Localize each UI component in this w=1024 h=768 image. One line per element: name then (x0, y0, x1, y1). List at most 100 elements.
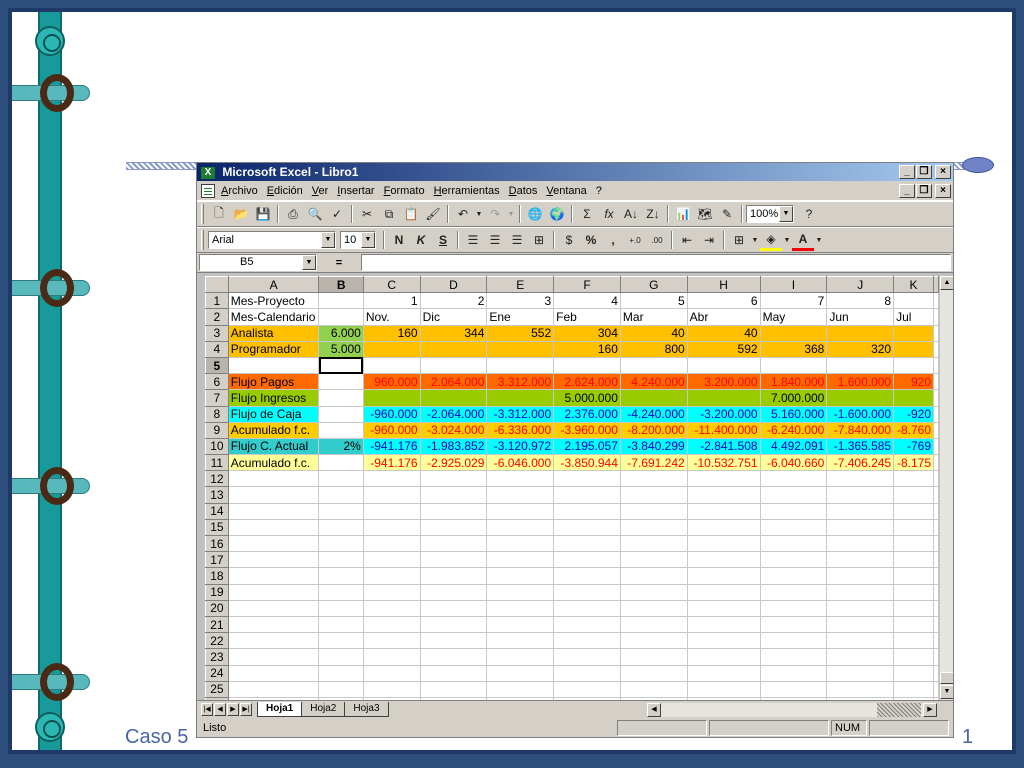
cell-a4[interactable]: Programador (227, 340, 320, 358)
cell-j7[interactable] (826, 389, 895, 407)
row-header[interactable]: 1 (205, 292, 229, 310)
cell-i23[interactable] (759, 648, 828, 666)
cell-d23[interactable] (419, 648, 488, 666)
cell-j2[interactable]: Jun (826, 308, 895, 326)
cell-f24[interactable] (553, 664, 621, 682)
cell-j18[interactable] (826, 567, 895, 585)
cell-b23[interactable] (318, 648, 364, 666)
drawing-icon[interactable]: ✎ (716, 203, 738, 225)
cell-c20[interactable] (362, 599, 421, 617)
name-box[interactable]: B5 ▼ (199, 254, 317, 271)
cell-e2[interactable]: Ene (486, 308, 555, 326)
function-icon[interactable]: fx (598, 203, 620, 225)
cell-e1[interactable]: 3 (486, 292, 555, 310)
cell[interactable] (933, 308, 939, 326)
cell-g6[interactable]: 4.240.000 (619, 373, 688, 391)
cell-b1[interactable] (318, 292, 364, 310)
cell-e22[interactable] (486, 632, 555, 650)
cell-i3[interactable] (759, 324, 828, 342)
cell-j1[interactable]: 8 (826, 292, 895, 310)
row-header[interactable]: 14 (205, 502, 229, 520)
cell-k8[interactable]: -920 (893, 405, 934, 423)
cell-j17[interactable] (826, 551, 895, 569)
cell-h5[interactable] (686, 356, 761, 375)
column-header-g[interactable]: G (619, 276, 688, 294)
undo-icon[interactable]: ↶ (452, 203, 474, 225)
column-header-h[interactable]: H (686, 276, 761, 294)
cell-j10[interactable]: -1.365.585 (826, 437, 895, 456)
cell-k21[interactable] (893, 615, 934, 634)
row-header[interactable]: 15 (205, 518, 229, 537)
cell-i8[interactable]: 5.160.000 (759, 405, 828, 423)
save-icon[interactable]: 💾 (252, 203, 274, 225)
cell-g24[interactable] (619, 664, 688, 682)
paste-icon[interactable]: 📋 (400, 203, 422, 225)
row-header[interactable]: 7 (205, 389, 229, 407)
cell-j25[interactable] (826, 680, 895, 698)
undo-dropdown-icon[interactable]: ▼ (474, 203, 484, 225)
cell-d20[interactable] (419, 599, 488, 617)
cell-h11[interactable]: -10.532.751 (686, 454, 761, 472)
cell[interactable] (933, 534, 939, 553)
cell-c15[interactable] (362, 518, 421, 537)
cell-h4[interactable]: 592 (686, 340, 761, 358)
align-center-icon[interactable]: ☰ (484, 229, 506, 251)
cell-g8[interactable]: -4.240.000 (619, 405, 688, 423)
cell-e7[interactable] (486, 389, 555, 407)
cell-f11[interactable]: -3.850.944 (553, 454, 621, 472)
cell[interactable] (933, 648, 939, 666)
cell-a23[interactable] (227, 648, 320, 666)
cell[interactable] (933, 292, 939, 310)
cell-g11[interactable]: -7.691.242 (619, 454, 688, 472)
redo-icon[interactable]: ↷ (484, 203, 506, 225)
cell-j6[interactable]: 1.600.000 (826, 373, 895, 391)
cell-a19[interactable] (227, 583, 320, 601)
cell-d8[interactable]: -2.064.000 (419, 405, 488, 423)
cell-g12[interactable] (619, 470, 688, 488)
print-preview-icon[interactable]: 🔍 (304, 203, 326, 225)
cell-a3[interactable]: Analista (227, 324, 320, 342)
cell-g25[interactable] (619, 680, 688, 698)
cell-i14[interactable] (759, 502, 828, 520)
cell-h22[interactable] (686, 632, 761, 650)
cell-d5[interactable] (419, 356, 488, 375)
row-header[interactable]: 24 (205, 664, 229, 682)
cell[interactable] (933, 373, 939, 391)
cell-k3[interactable] (893, 324, 934, 342)
cell-e15[interactable] (486, 518, 555, 537)
cell-i25[interactable] (759, 680, 828, 698)
cell-d13[interactable] (419, 486, 488, 504)
cell-d1[interactable]: 2 (419, 292, 488, 310)
cell-b8[interactable] (318, 405, 364, 423)
cell-h21[interactable] (686, 615, 761, 634)
cell-c22[interactable] (362, 632, 421, 650)
cell-b12[interactable] (318, 470, 364, 488)
cell-c3[interactable]: 160 (362, 324, 421, 342)
column-header-b[interactable]: B (318, 276, 364, 294)
currency-icon[interactable]: $ (558, 229, 580, 251)
cell-f13[interactable] (553, 486, 621, 504)
cell-c16[interactable] (362, 534, 421, 553)
cell-a11[interactable]: Acumulado f.c. (227, 454, 320, 472)
cell-e12[interactable] (486, 470, 555, 488)
cell-k23[interactable] (893, 648, 934, 666)
cell-f19[interactable] (553, 583, 621, 601)
cell-j23[interactable] (826, 648, 895, 666)
cell-g13[interactable] (619, 486, 688, 504)
cell-a5[interactable] (227, 356, 320, 375)
cell-d3[interactable]: 344 (419, 324, 488, 342)
font-color-icon[interactable]: A (792, 229, 814, 251)
cell-i21[interactable] (759, 615, 828, 634)
cell-b3[interactable]: 6.000 (318, 324, 364, 342)
cell[interactable] (933, 599, 939, 617)
cell-f6[interactable]: 2.624.000 (553, 373, 621, 391)
cell-i6[interactable]: 1.840.000 (759, 373, 828, 391)
cell-e18[interactable] (486, 567, 555, 585)
cell-e4[interactable] (486, 340, 555, 358)
cell-g3[interactable]: 40 (619, 324, 688, 342)
cell-f1[interactable]: 4 (553, 292, 621, 310)
menu-help[interactable]: ? (596, 185, 602, 197)
cell-h19[interactable] (686, 583, 761, 601)
cell-i13[interactable] (759, 486, 828, 504)
row-header[interactable]: 25 (205, 680, 229, 698)
